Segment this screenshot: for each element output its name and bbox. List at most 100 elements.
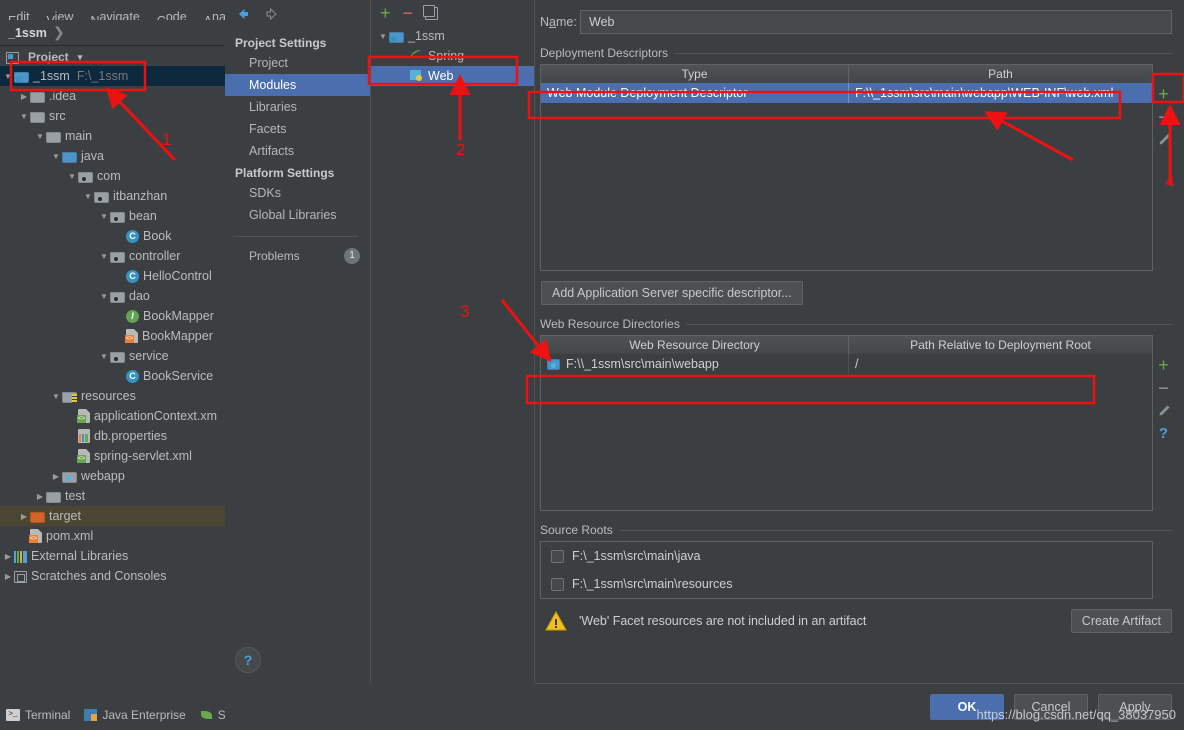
project-panel-menu-icon[interactable]: ▾ (78, 52, 83, 63)
tree-node[interactable]: I BookMapper (0, 306, 225, 326)
source-roots-section-title: Source Roots (540, 523, 1184, 537)
add-app-server-descriptor-button[interactable]: Add Application Server specific descript… (541, 281, 803, 305)
tree-node[interactable]: ▼ service (0, 346, 225, 366)
chevron-down-icon[interactable]: ▼ (82, 192, 94, 201)
sidebar-item-modules[interactable]: Modules (225, 74, 370, 96)
table-row[interactable]: Web Module Deployment Descriptor F:\\_1s… (541, 83, 1152, 103)
tree-node[interactable]: ▼ bean (0, 206, 225, 226)
remove-descriptor-button[interactable]: − (1158, 108, 1169, 126)
source-root-checkbox[interactable] (551, 549, 564, 563)
chevron-down-icon[interactable]: ▼ (66, 172, 78, 181)
table-row[interactable]: F:\\_1ssm\src\main\webapp / (541, 354, 1152, 374)
chevron-right-icon[interactable]: ▶ (2, 552, 14, 561)
remove-resource-dir-button[interactable]: − (1158, 379, 1169, 397)
sidebar-item-artifacts[interactable]: Artifacts (225, 140, 370, 162)
help-button[interactable]: ? (235, 647, 261, 673)
add-descriptor-button[interactable]: + (1158, 85, 1169, 103)
tree-node[interactable]: ▼ dao (0, 286, 225, 306)
tree-node[interactable]: ▼ itbanzhan (0, 186, 225, 206)
tree-node[interactable]: ▼ controller (0, 246, 225, 266)
project-tool-window-header[interactable]: Project ▾ (0, 47, 225, 67)
remove-module-button[interactable]: − (403, 4, 414, 22)
forward-arrow-icon[interactable] (264, 6, 280, 22)
tree-node[interactable]: C HelloControl (0, 266, 225, 286)
tree-node[interactable]: ▶ Scratches and Consoles (0, 566, 225, 586)
sidebar-item-facets[interactable]: Facets (225, 118, 370, 140)
tree-node[interactable]: ▶ webapp (0, 466, 225, 486)
spring-xml-file-icon (77, 449, 90, 463)
module-tree-node[interactable]: ▼ _1ssm (371, 26, 534, 46)
tree-node[interactable]: spring-servlet.xml (0, 446, 225, 466)
tree-node[interactable]: ▼ java (0, 146, 225, 166)
ide-menu-bar[interactable]: Edit View Navigate Code Analyz (0, 0, 225, 20)
sidebar-item-global-libraries[interactable]: Global Libraries (225, 204, 370, 226)
web-resource-directories-table[interactable]: Web Resource Directory Path Relative to … (540, 335, 1153, 511)
edit-resource-dir-button[interactable] (1157, 404, 1171, 418)
chevron-down-icon[interactable]: ▼ (98, 212, 110, 221)
tree-node[interactable]: ▶ target (0, 506, 225, 526)
menu-item-navigate[interactable]: Navigate (90, 10, 139, 20)
sidebar-item-libraries[interactable]: Libraries (225, 96, 370, 118)
edit-descriptor-button[interactable] (1157, 133, 1171, 147)
ide-status-bar[interactable]: >_ Terminal Java Enterprise Sp (0, 700, 225, 730)
copy-module-button[interactable] (423, 4, 439, 20)
column-header-relative-path: Path Relative to Deployment Root (910, 338, 1091, 352)
tree-node-label: dao (129, 289, 150, 303)
menu-item-view[interactable]: View (47, 10, 74, 20)
tree-node[interactable]: C BookService (0, 366, 225, 386)
tree-node[interactable]: BookMapper (0, 326, 225, 346)
tree-node[interactable]: ▼ resources (0, 386, 225, 406)
status-item-sp[interactable]: Sp (200, 708, 225, 722)
column-header-web-resource-directory: Web Resource Directory (541, 336, 849, 354)
status-item-terminal[interactable]: >_ Terminal (6, 708, 70, 722)
tree-node[interactable]: applicationContext.xm (0, 406, 225, 426)
add-module-button[interactable]: + (380, 4, 391, 22)
chevron-right-icon[interactable]: ▶ (18, 512, 30, 521)
module-tree-node[interactable]: Spring (371, 46, 534, 66)
tree-node[interactable]: ▶ External Libraries (0, 546, 225, 566)
tree-node[interactable]: ▶ .idea (0, 86, 225, 106)
chevron-right-icon[interactable]: ▶ (2, 572, 14, 581)
tree-node[interactable]: ▼ src (0, 106, 225, 126)
list-item[interactable]: F:\_1ssm\src\main\resources (541, 570, 1152, 598)
tree-node[interactable]: ▼ com (0, 166, 225, 186)
chevron-down-icon[interactable]: ▼ (98, 292, 110, 301)
menu-item-analyz[interactable]: Analyz (204, 10, 225, 20)
breadcrumb[interactable]: _1ssm ❯ (0, 20, 225, 46)
chevron-right-icon[interactable]: ▶ (50, 472, 62, 481)
chevron-down-icon[interactable]: ▼ (34, 132, 46, 141)
sidebar-item-sdks[interactable]: SDKs (225, 182, 370, 204)
list-item[interactable]: F:\_1ssm\src\main\java (541, 542, 1152, 570)
module-tree-node[interactable]: Web (371, 66, 534, 86)
sidebar-item-problems[interactable]: Problems 1 (225, 245, 370, 267)
tree-node[interactable]: ▼ main (0, 126, 225, 146)
project-tree[interactable]: ▼ _1ssm F:\_1ssm ▶ .idea ▼ src ▼ main ▼ java ▼ com ▼ i… (0, 66, 225, 700)
resource-dir-help-button[interactable]: ? (1159, 426, 1168, 441)
chevron-down-icon[interactable]: ▼ (377, 32, 389, 41)
tree-node-label: test (65, 489, 86, 503)
back-arrow-icon[interactable] (235, 6, 251, 22)
menu-item-code[interactable]: Code (157, 10, 187, 20)
tree-node[interactable]: C Book (0, 226, 225, 246)
chevron-right-icon[interactable]: ▶ (18, 92, 30, 101)
sidebar-item-project[interactable]: Project (225, 52, 370, 74)
create-artifact-button[interactable]: Create Artifact (1070, 609, 1172, 633)
tree-node[interactable]: ▼ _1ssm F:\_1ssm (0, 66, 225, 86)
chevron-down-icon[interactable]: ▼ (50, 152, 62, 161)
source-root-checkbox[interactable] (551, 577, 564, 591)
add-resource-dir-button[interactable]: + (1158, 356, 1169, 374)
source-roots-list[interactable]: F:\_1ssm\src\main\java F:\_1ssm\src\main\… (540, 541, 1153, 599)
chevron-down-icon[interactable]: ▼ (50, 392, 62, 401)
menu-item-edit[interactable]: Edit (8, 10, 30, 20)
status-item-java-enterprise[interactable]: Java Enterprise (84, 708, 186, 722)
chevron-right-icon[interactable]: ▶ (34, 492, 46, 501)
tree-node[interactable]: db.properties (0, 426, 225, 446)
chevron-down-icon[interactable]: ▼ (18, 112, 30, 121)
tree-node[interactable]: pom.xml (0, 526, 225, 546)
chevron-down-icon[interactable]: ▼ (98, 252, 110, 261)
chevron-down-icon[interactable]: ▼ (98, 352, 110, 361)
facet-name-input[interactable] (580, 10, 1172, 34)
chevron-down-icon[interactable]: ▼ (2, 72, 14, 81)
deployment-descriptors-table[interactable]: Type Path Web Module Deployment Descript… (540, 64, 1153, 271)
tree-node[interactable]: ▶ test (0, 486, 225, 506)
